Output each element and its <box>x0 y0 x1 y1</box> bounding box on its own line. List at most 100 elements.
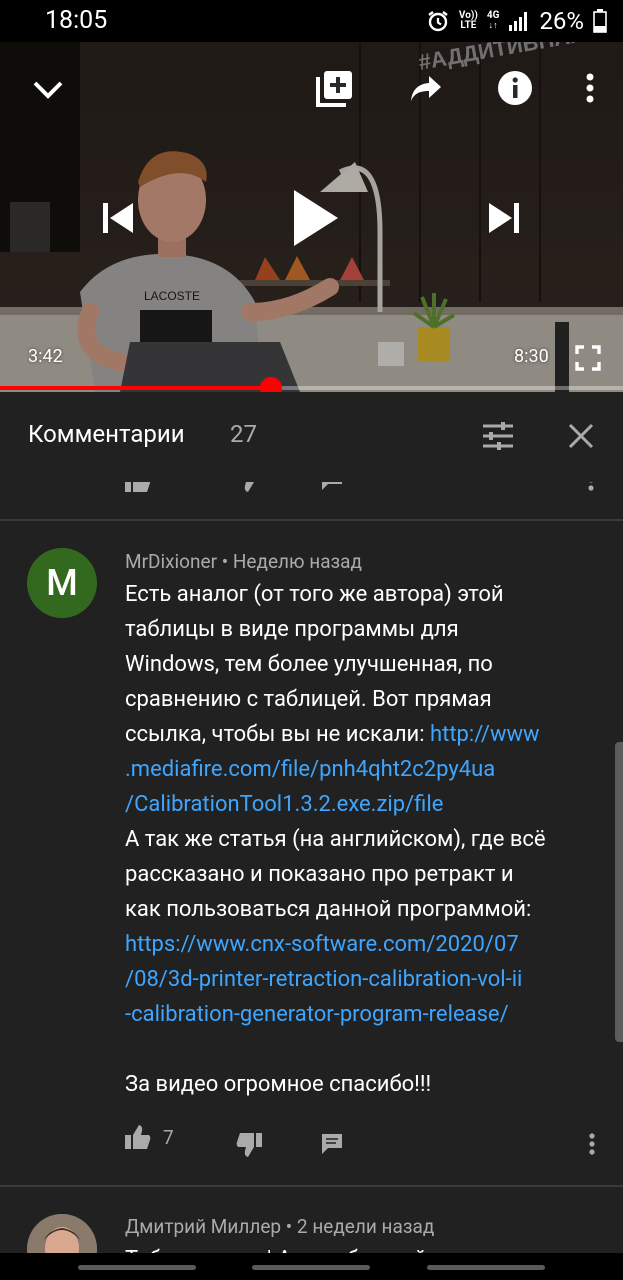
status-time: 18:05 <box>45 6 108 35</box>
comment-line: .mediafire.com/file/pnh4qht2c2py4ua <box>125 752 595 787</box>
comment-text-segment: А так же статья (на английском), где всё <box>125 827 546 852</box>
minimize-player-button[interactable] <box>26 68 70 112</box>
avatar-letter: M <box>46 562 78 604</box>
like-button[interactable]: 7 <box>125 1125 174 1149</box>
comment-text-partial: Таблица ……… | А ……… б ……… й <box>125 1242 595 1253</box>
comment-link[interactable]: .mediafire.com/file/pnh4qht2c2py4ua <box>125 757 495 782</box>
comment-more-button[interactable] <box>582 1130 602 1158</box>
reply-icon <box>322 1134 342 1154</box>
status-bar: 18:05 Vo)) LTE 4G ↓↑ 26% <box>0 0 623 42</box>
comments-list[interactable]: M MrDixioner • Неделю назад Есть аналог … <box>0 482 623 1253</box>
nav-home-button[interactable] <box>252 1265 370 1270</box>
share-arrow-icon <box>411 76 441 101</box>
comments-title: Комментарии <box>28 420 185 448</box>
comment-text-segment: За видео огромное спасибо!!! <box>125 1072 432 1097</box>
thumb-down-icon <box>238 482 254 492</box>
comment-link[interactable]: https://www.cnx-software.com/2020/07 <box>125 932 519 957</box>
comment-text-segment: рассказано и показано про ретракт и <box>125 862 514 887</box>
play-icon <box>294 190 338 246</box>
comment-link[interactable]: http://www <box>430 722 540 747</box>
play-button[interactable] <box>280 182 352 254</box>
comment-line: За видео огромное спасибо!!! <box>125 1067 595 1102</box>
info-icon <box>498 71 532 105</box>
comment-meta: MrDixioner • Неделю назад <box>125 550 362 573</box>
comment-text-segment: ссылка, чтобы вы не искали: <box>125 722 431 747</box>
comment-line: рассказано и показано про ретракт и <box>125 857 595 892</box>
comment-line: сравнению с таблицей. Вот прямая <box>125 682 595 717</box>
player-more-button[interactable] <box>572 66 608 110</box>
comment-line: как пользоваться данной программой: <box>125 892 595 927</box>
video-player[interactable]: LACOSTE #АДДИТИВНАЯ КУХНЯ 3:42 8:30 <box>0 42 623 392</box>
more-vert-icon <box>586 73 594 103</box>
status-icons: Vo)) LTE 4G ↓↑ 26% <box>426 6 607 36</box>
seek-bar[interactable] <box>0 377 623 399</box>
comment-line: /08/3d-printer-retraction-calibration-vo… <box>125 962 595 997</box>
thumb-up-icon <box>125 1125 151 1149</box>
avatar[interactable]: M <box>27 548 97 618</box>
like-count: 7 <box>163 1125 174 1149</box>
thumb-down-icon <box>236 1133 262 1157</box>
dislike-button[interactable] <box>236 1133 262 1157</box>
fullscreen-icon <box>575 345 601 371</box>
comments-count: 27 <box>230 420 257 448</box>
next-video-button[interactable] <box>478 192 530 244</box>
battery-icon <box>593 9 607 33</box>
comment-line: А так же статья (на английском), где всё <box>125 822 595 857</box>
comment-text-segment: как пользоваться данной программой: <box>125 897 532 922</box>
comment-meta: Дмитрий Миллер • 2 недели назад <box>125 1215 435 1238</box>
seek-bar-played <box>0 386 271 390</box>
comment-line: Windows, тем более улучшенная, по <box>125 647 595 682</box>
nav-back-button[interactable] <box>427 1265 545 1270</box>
comment-text-segment: таблицы в виде программы для <box>125 617 459 642</box>
share-button[interactable] <box>404 66 448 110</box>
comment-line: Есть аналог (от того же автора) этой <box>125 577 595 612</box>
comment-link[interactable]: /08/3d-printer-retraction-calibration-vo… <box>125 967 522 992</box>
comment-author[interactable]: Дмитрий Миллер <box>125 1215 281 1238</box>
comment-line: https://www.cnx-software.com/2020/07 <box>125 927 595 962</box>
comment-line: -calibration-generator-program-release/ <box>125 997 595 1032</box>
video-duration: 8:30 <box>514 346 549 367</box>
tune-icon <box>483 422 513 450</box>
comments-header: Комментарии 27 <box>0 392 623 482</box>
battery-percent: 26% <box>539 7 584 35</box>
skip-previous-icon <box>103 203 133 233</box>
network-type-icon: 4G ↓↑ <box>486 10 500 32</box>
chevron-down-icon <box>33 81 63 99</box>
avatar[interactable] <box>27 1214 97 1253</box>
comment-time: Неделю назад <box>232 550 362 573</box>
comment-divider <box>0 1185 623 1187</box>
comment-text-segment: Windows, тем более улучшенная, по <box>125 652 493 677</box>
comment-author[interactable]: MrDixioner <box>125 550 217 573</box>
user-photo <box>27 1214 97 1253</box>
comment-line: ссылка, чтобы вы не искали: http://www <box>125 717 595 752</box>
system-nav-bar <box>0 1253 623 1280</box>
more-vert-icon <box>589 1133 595 1155</box>
nav-recent-button[interactable] <box>78 1265 196 1270</box>
comment-time: 2 недели назад <box>296 1215 435 1238</box>
previous-comment-actions <box>0 482 623 494</box>
thumb-up-icon <box>125 482 151 492</box>
alarm-icon <box>426 9 450 33</box>
sort-comments-button[interactable] <box>476 414 520 458</box>
comments-scrollbar[interactable] <box>615 742 623 1042</box>
add-to-playlist-button[interactable] <box>313 66 357 110</box>
playlist-add-icon <box>316 71 352 107</box>
comment-text-segment: Есть аналог (от того же автора) этой <box>125 582 504 607</box>
video-info-button[interactable] <box>493 66 537 110</box>
comment-text: Есть аналог (от того же автора) этой табл… <box>125 577 595 1102</box>
comment-blank-line <box>125 1032 595 1067</box>
comment-line: таблицы в виде программы для <box>125 612 595 647</box>
previous-video-button[interactable] <box>92 192 144 244</box>
comment-link[interactable]: /CalibrationTool1.3.2.exe.zip/file <box>125 792 443 817</box>
signal-icon <box>508 11 530 31</box>
skip-next-icon <box>489 203 519 233</box>
reply-button[interactable] <box>320 1132 344 1156</box>
close-icon <box>568 423 594 449</box>
comment-text-segment: сравнению с таблицей. Вот прямая <box>125 687 492 712</box>
comment-line: /CalibrationTool1.3.2.exe.zip/file <box>125 787 595 822</box>
close-comments-button[interactable] <box>559 414 603 458</box>
comment-divider <box>0 519 623 521</box>
fullscreen-button[interactable] <box>568 338 608 378</box>
comment-link[interactable]: -calibration-generator-program-release/ <box>125 1002 509 1027</box>
more-vert-icon <box>588 482 594 491</box>
